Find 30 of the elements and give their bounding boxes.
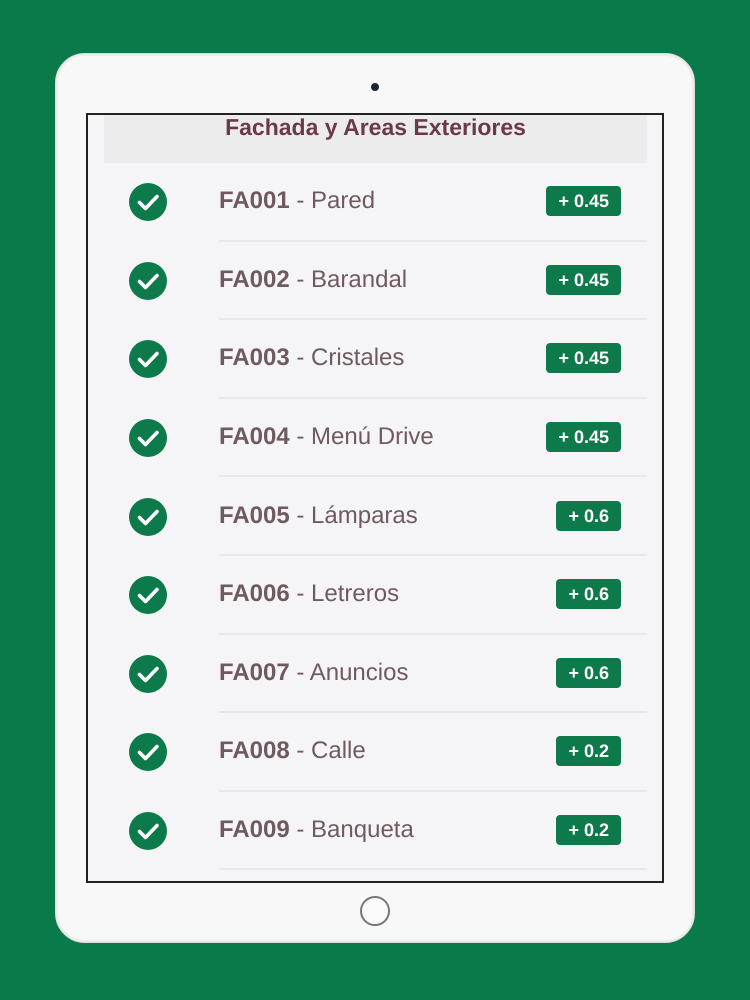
points-badge: + 0.45 [546,343,621,374]
item-label: FA004 - Menú Drive [219,423,434,452]
points-badge: + 0.6 [556,500,621,531]
check-circle-icon[interactable] [129,262,167,300]
camera-icon [371,82,379,90]
points-badge: + 0.2 [556,815,621,846]
check-circle-icon[interactable] [129,654,167,693]
points-badge: + 0.45 [546,186,621,216]
check-circle-icon[interactable] [129,183,167,222]
item-label: FA001 - Pared [219,187,376,216]
item-label: FA005 - Lámparas [219,502,418,530]
item-label: FA009 - Banqueta [219,816,414,844]
item-label: FA007 - Anuncios [219,658,408,687]
check-circle-icon[interactable] [129,419,167,458]
points-badge: + 0.45 [546,264,621,295]
points-badge: + 0.6 [556,579,621,610]
check-circle-icon[interactable] [129,340,167,378]
item-label: FA003 - Cristales [219,344,404,372]
check-circle-icon[interactable] [129,812,167,850]
item-label: FA006 - Letreros [219,580,400,608]
check-circle-icon[interactable] [129,733,167,772]
check-circle-icon[interactable] [129,576,167,614]
item-label: FA008 - Calle [219,737,366,766]
item-label: FA002 - Barandal [219,266,408,294]
home-button[interactable] [360,896,390,926]
check-circle-icon[interactable] [129,498,167,536]
points-badge: + 0.6 [556,658,621,688]
points-badge: + 0.45 [546,422,621,452]
points-badge: + 0.2 [556,736,621,766]
section-title: Fachada y Areas Exteriores [225,115,526,139]
